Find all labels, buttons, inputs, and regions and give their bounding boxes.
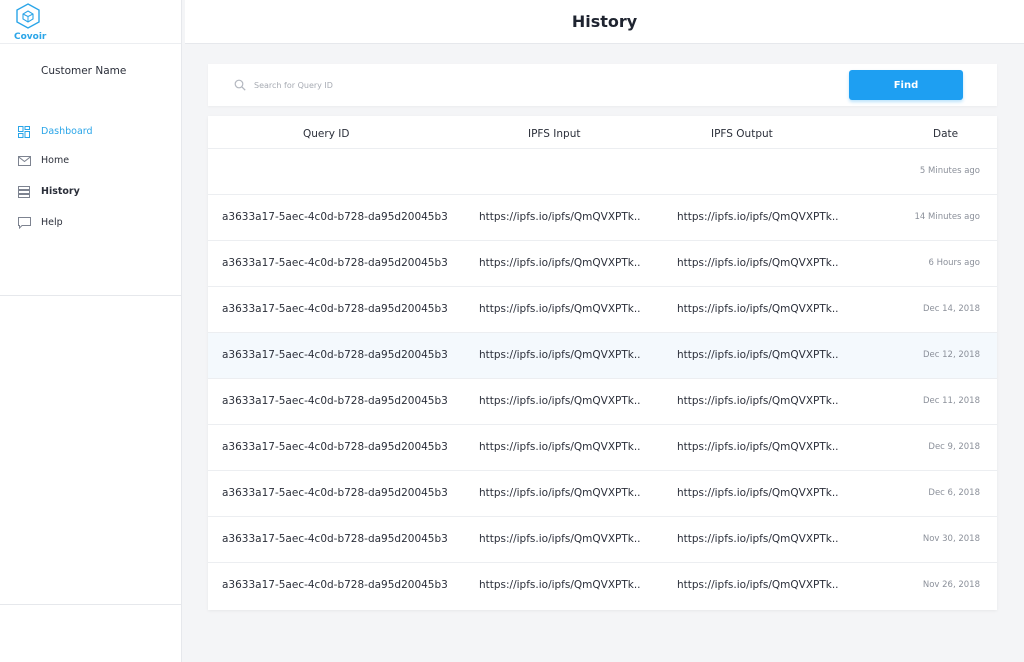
customer-name: Customer Name	[41, 65, 127, 77]
ipfs-output-link[interactable]: https://ipfs.io/ipfs/QmQVXPTk..	[677, 487, 839, 499]
table-row[interactable]: a3633a17-5aec-4c0d-b728-da95d20045b3 htt…	[208, 425, 997, 471]
ipfs-output-link[interactable]: https://ipfs.io/ipfs/QmQVXPTk..	[677, 533, 839, 545]
ipfs-input-link[interactable]: https://ipfs.io/ipfs/QmQVXPTk..	[479, 211, 641, 223]
search-icon	[234, 79, 246, 91]
history-table: Query ID IPFS Input IPFS Output Date 5 M…	[208, 116, 997, 610]
sidebar-item-help[interactable]: Help	[0, 209, 182, 236]
sidebar-divider	[0, 295, 182, 296]
list-icon	[17, 185, 31, 199]
table-row[interactable]: a3633a17-5aec-4c0d-b728-da95d20045b3 htt…	[208, 517, 997, 563]
table-row[interactable]: a3633a17-5aec-4c0d-b728-da95d20045b3 htt…	[208, 471, 997, 517]
sidebar-item-dashboard[interactable]: Dashboard	[0, 118, 182, 145]
ipfs-output-link[interactable]: https://ipfs.io/ipfs/QmQVXPTk..	[677, 441, 839, 453]
sidebar-item-home[interactable]: Home	[0, 147, 182, 174]
ipfs-input-link[interactable]: https://ipfs.io/ipfs/QmQVXPTk..	[479, 303, 641, 315]
sidebar-item-label: History	[41, 186, 80, 197]
brand: Covoir	[0, 0, 181, 44]
ipfs-input-link[interactable]: https://ipfs.io/ipfs/QmQVXPTk..	[479, 349, 641, 361]
ipfs-input-link[interactable]: https://ipfs.io/ipfs/QmQVXPTk..	[479, 579, 641, 591]
brand-name: Covoir	[14, 32, 47, 42]
column-header-date[interactable]: Date	[933, 128, 958, 140]
table-row[interactable]: 5 Minutes ago	[208, 149, 997, 195]
ipfs-output-link[interactable]: https://ipfs.io/ipfs/QmQVXPTk..	[677, 349, 839, 361]
search-bar: Find	[208, 64, 997, 106]
ipfs-output-link[interactable]: https://ipfs.io/ipfs/QmQVXPTk..	[677, 211, 839, 223]
date-cell: 6 Hours ago	[928, 258, 980, 268]
mail-icon	[17, 154, 31, 168]
table-row[interactable]: a3633a17-5aec-4c0d-b728-da95d20045b3 htt…	[208, 379, 997, 425]
query-id-cell: a3633a17-5aec-4c0d-b728-da95d20045b3	[222, 257, 448, 269]
query-id-cell: a3633a17-5aec-4c0d-b728-da95d20045b3	[222, 211, 448, 223]
column-header-ipfs-output[interactable]: IPFS Output	[711, 128, 773, 140]
table-header: Query ID IPFS Input IPFS Output Date	[208, 116, 997, 149]
ipfs-output-link[interactable]: https://ipfs.io/ipfs/QmQVXPTk..	[677, 257, 839, 269]
find-button[interactable]: Find	[849, 70, 963, 100]
date-cell: Dec 14, 2018	[922, 304, 980, 314]
date-cell: Dec 9, 2018	[928, 442, 980, 452]
ipfs-output-link[interactable]: https://ipfs.io/ipfs/QmQVXPTk..	[677, 579, 839, 591]
date-cell: Nov 30, 2018	[922, 534, 980, 544]
sidebar-item-label: Dashboard	[41, 126, 93, 137]
chat-bubble-icon	[17, 216, 31, 230]
query-id-cell: a3633a17-5aec-4c0d-b728-da95d20045b3	[222, 303, 448, 315]
query-id-cell: a3633a17-5aec-4c0d-b728-da95d20045b3	[222, 395, 448, 407]
query-id-cell: a3633a17-5aec-4c0d-b728-da95d20045b3	[222, 487, 448, 499]
ipfs-input-link[interactable]: https://ipfs.io/ipfs/QmQVXPTk..	[479, 533, 641, 545]
query-id-cell: a3633a17-5aec-4c0d-b728-da95d20045b3	[222, 579, 448, 591]
table-row[interactable]: a3633a17-5aec-4c0d-b728-da95d20045b3 htt…	[208, 195, 997, 241]
column-header-query-id[interactable]: Query ID	[303, 128, 349, 140]
ipfs-input-link[interactable]: https://ipfs.io/ipfs/QmQVXPTk..	[479, 487, 641, 499]
ipfs-output-link[interactable]: https://ipfs.io/ipfs/QmQVXPTk..	[677, 395, 839, 407]
date-cell: Dec 12, 2018	[922, 350, 980, 360]
date-cell: Nov 26, 2018	[922, 580, 980, 590]
table-row[interactable]: a3633a17-5aec-4c0d-b728-da95d20045b3 htt…	[208, 563, 997, 609]
table-row[interactable]: a3633a17-5aec-4c0d-b728-da95d20045b3 htt…	[208, 241, 997, 287]
sidebar-divider	[0, 604, 182, 605]
sidebar-nav: Dashboard Home History Help	[0, 118, 182, 238]
column-header-ipfs-input[interactable]: IPFS Input	[528, 128, 580, 140]
date-cell: Dec 6, 2018	[928, 488, 980, 498]
sidebar: Covoir Customer Name Dashboard Home Hist…	[0, 0, 182, 662]
page-title: History	[571, 12, 638, 31]
query-id-cell: a3633a17-5aec-4c0d-b728-da95d20045b3	[222, 533, 448, 545]
date-cell: 14 Minutes ago	[914, 212, 981, 222]
sidebar-item-history[interactable]: History	[0, 176, 182, 207]
query-id-cell: a3633a17-5aec-4c0d-b728-da95d20045b3	[222, 349, 448, 361]
ipfs-input-link[interactable]: https://ipfs.io/ipfs/QmQVXPTk..	[479, 441, 641, 453]
search-input[interactable]	[254, 75, 814, 95]
ipfs-input-link[interactable]: https://ipfs.io/ipfs/QmQVXPTk..	[479, 395, 641, 407]
ipfs-output-link[interactable]: https://ipfs.io/ipfs/QmQVXPTk..	[677, 303, 839, 315]
cube-hexagon-icon[interactable]	[15, 3, 41, 29]
table-row[interactable]: a3633a17-5aec-4c0d-b728-da95d20045b3 htt…	[208, 287, 997, 333]
sidebar-item-label: Help	[41, 217, 63, 228]
date-cell: Dec 11, 2018	[922, 396, 980, 406]
ipfs-input-link[interactable]: https://ipfs.io/ipfs/QmQVXPTk..	[479, 257, 641, 269]
table-row[interactable]: a3633a17-5aec-4c0d-b728-da95d20045b3 htt…	[208, 333, 997, 379]
query-id-cell: a3633a17-5aec-4c0d-b728-da95d20045b3	[222, 441, 448, 453]
sidebar-item-label: Home	[41, 155, 70, 166]
date-cell: 5 Minutes ago	[919, 166, 980, 176]
dashboard-grid-icon	[17, 125, 31, 139]
page-header: History	[185, 0, 1024, 44]
